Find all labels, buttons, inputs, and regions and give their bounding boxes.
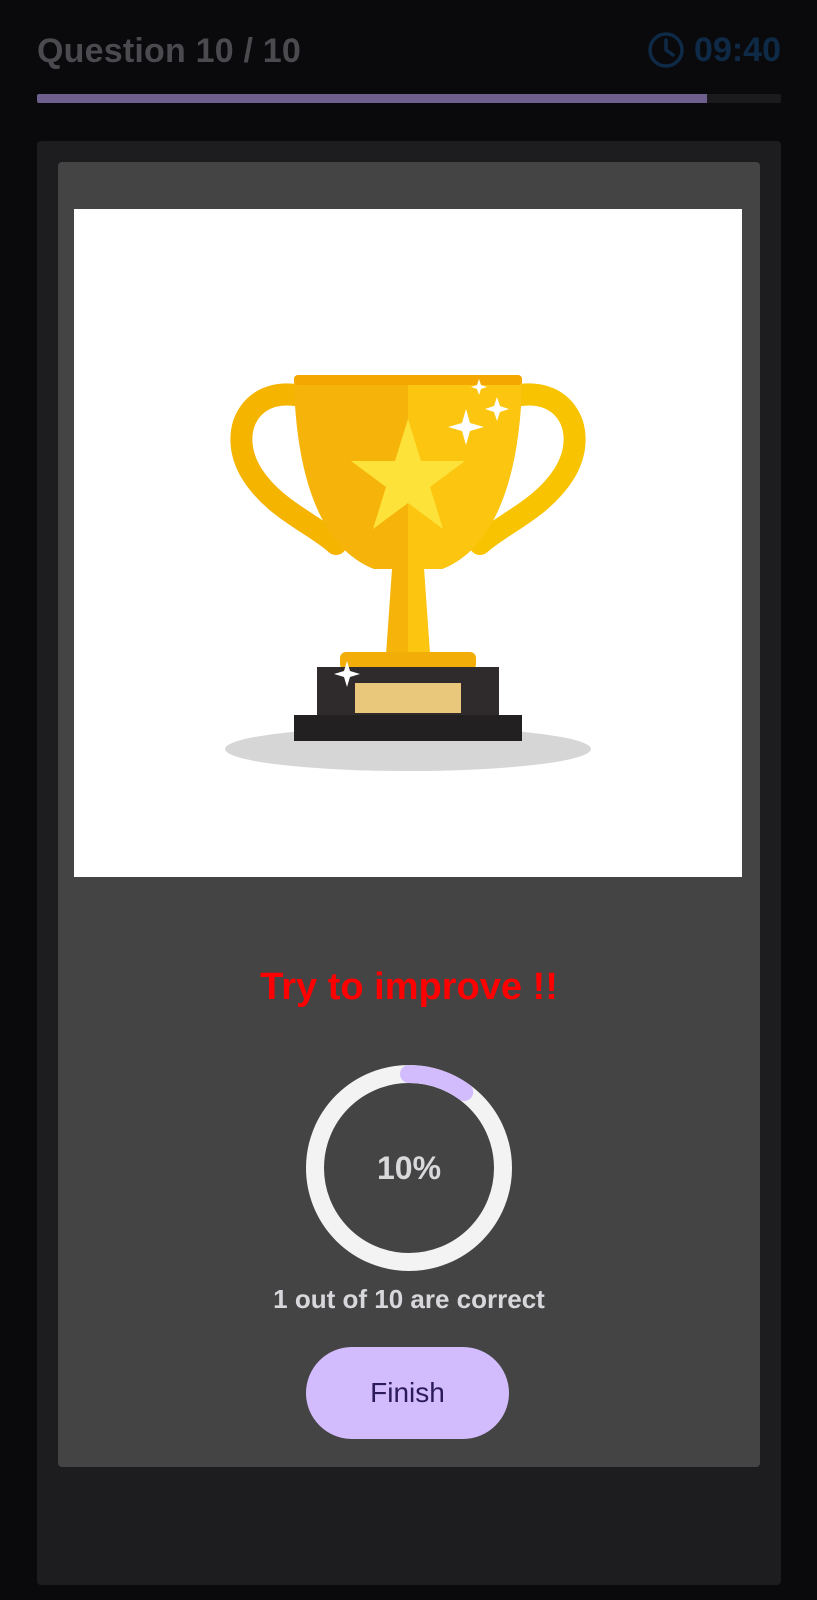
score-ring: 10% — [304, 1063, 514, 1273]
quiz-header: Question 10 / 10 09:40 — [37, 30, 781, 76]
timer-value: 09:40 — [694, 30, 781, 69]
clock-icon — [648, 32, 684, 68]
timer: 09:40 — [646, 30, 781, 70]
question-counter: Question 10 / 10 — [37, 32, 301, 70]
score-percent: 10% — [376, 1149, 442, 1186]
quiz-progress-bar — [37, 94, 781, 103]
quiz-progress-fill — [37, 94, 707, 103]
score-summary: 1 out of 10 are correct — [273, 1284, 545, 1314]
trophy-icon — [225, 375, 591, 771]
result-message: Try to improve !! — [260, 966, 558, 1008]
finish-button[interactable]: Finish — [306, 1347, 509, 1439]
trophy-image — [74, 209, 742, 877]
